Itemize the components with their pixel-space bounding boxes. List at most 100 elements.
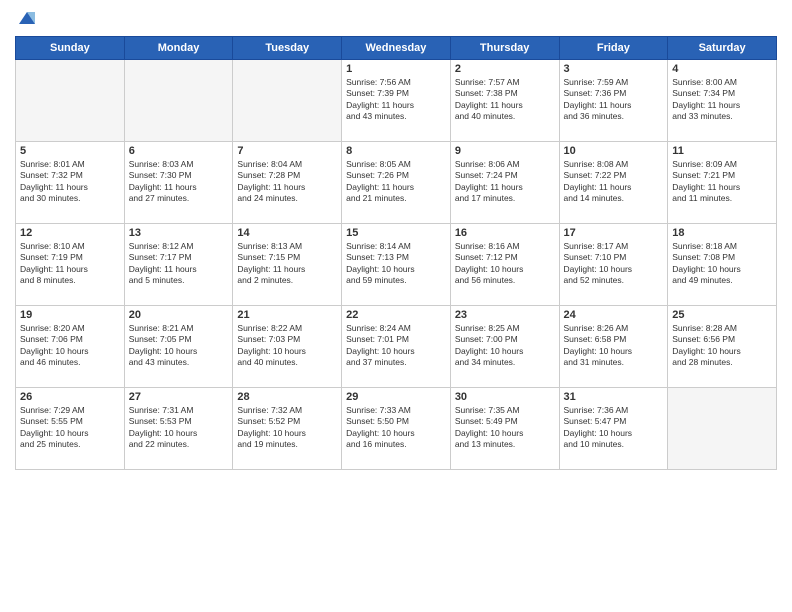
day-number: 29 <box>346 391 446 403</box>
day-info: Sunrise: 8:22 AMSunset: 7:03 PMDaylight:… <box>237 323 337 369</box>
day-info: Sunrise: 7:29 AMSunset: 5:55 PMDaylight:… <box>20 405 120 451</box>
calendar-cell: 28 Sunrise: 7:32 AMSunset: 5:52 PMDayligh… <box>233 388 342 470</box>
weekday-header: Saturday <box>668 37 777 60</box>
day-info: Sunrise: 8:14 AMSunset: 7:13 PMDaylight:… <box>346 241 446 287</box>
calendar-cell <box>124 60 233 142</box>
calendar-cell: 20Sunrise: 8:21 AMSunset: 7:05 PMDayligh… <box>124 306 233 388</box>
day-info: Sunrise: 8:21 AMSunset: 7:05 PMDaylight:… <box>129 323 229 369</box>
calendar-cell: 23 Sunrise: 8:25 AMSunset: 7:00 PMDayligh… <box>450 306 559 388</box>
day-number: 19 <box>20 309 120 321</box>
day-info: Sunrise: 8:12 AMSunset: 7:17 PMDaylight:… <box>129 241 229 287</box>
day-number: 24 <box>564 309 664 321</box>
weekday-header: Wednesday <box>342 37 451 60</box>
day-info: Sunrise: 8:20 AMSunset: 7:06 PMDaylight:… <box>20 323 120 369</box>
day-info: Sunrise: 8:01 AMSunset: 7:32 PMDaylight:… <box>20 159 120 205</box>
day-info: Sunrise: 7:59 AMSunset: 7:36 PMDaylight:… <box>564 77 664 123</box>
day-number: 7 <box>237 145 337 157</box>
day-number: 28 <box>237 391 337 403</box>
weekday-header: Monday <box>124 37 233 60</box>
calendar-cell <box>16 60 125 142</box>
calendar-week-row: 12 Sunrise: 8:10 AMSunset: 7:19 PMDayligh… <box>16 224 777 306</box>
day-number: 18 <box>672 227 772 239</box>
day-number: 12 <box>20 227 120 239</box>
calendar-week-row: 19 Sunrise: 8:20 AMSunset: 7:06 PMDayligh… <box>16 306 777 388</box>
day-number: 14 <box>237 227 337 239</box>
day-info: Sunrise: 7:32 AMSunset: 5:52 PMDaylight:… <box>237 405 337 451</box>
weekday-header: Sunday <box>16 37 125 60</box>
day-info: Sunrise: 8:09 AMSunset: 7:21 PMDaylight:… <box>672 159 772 205</box>
day-info: Sunrise: 8:06 AMSunset: 7:24 PMDaylight:… <box>455 159 555 205</box>
calendar-cell: 17 Sunrise: 8:17 AMSunset: 7:10 PMDayligh… <box>559 224 668 306</box>
calendar-cell: 30 Sunrise: 7:35 AMSunset: 5:49 PMDayligh… <box>450 388 559 470</box>
calendar-cell: 29 Sunrise: 7:33 AMSunset: 5:50 PMDayligh… <box>342 388 451 470</box>
day-info: Sunrise: 8:18 AMSunset: 7:08 PMDaylight:… <box>672 241 772 287</box>
calendar-cell: 3 Sunrise: 7:59 AMSunset: 7:36 PMDaylight… <box>559 60 668 142</box>
calendar-cell: 21 Sunrise: 8:22 AMSunset: 7:03 PMDayligh… <box>233 306 342 388</box>
calendar-cell: 1Sunrise: 7:56 AMSunset: 7:39 PMDaylight… <box>342 60 451 142</box>
day-info: Sunrise: 7:57 AMSunset: 7:38 PMDaylight:… <box>455 77 555 123</box>
calendar-cell: 31Sunrise: 7:36 AMSunset: 5:47 PMDayligh… <box>559 388 668 470</box>
day-info: Sunrise: 8:05 AMSunset: 7:26 PMDaylight:… <box>346 159 446 205</box>
calendar-cell: 14 Sunrise: 8:13 AMSunset: 7:15 PMDayligh… <box>233 224 342 306</box>
day-number: 8 <box>346 145 446 157</box>
day-info: Sunrise: 8:03 AMSunset: 7:30 PMDaylight:… <box>129 159 229 205</box>
day-info: Sunrise: 8:28 AMSunset: 6:56 PMDaylight:… <box>672 323 772 369</box>
calendar-cell: 12 Sunrise: 8:10 AMSunset: 7:19 PMDayligh… <box>16 224 125 306</box>
day-info: Sunrise: 8:17 AMSunset: 7:10 PMDaylight:… <box>564 241 664 287</box>
day-info: Sunrise: 8:08 AMSunset: 7:22 PMDaylight:… <box>564 159 664 205</box>
logo <box>15 10 37 28</box>
day-info: Sunrise: 8:24 AMSunset: 7:01 PMDaylight:… <box>346 323 446 369</box>
day-number: 10 <box>564 145 664 157</box>
calendar-cell: 15Sunrise: 8:14 AMSunset: 7:13 PMDayligh… <box>342 224 451 306</box>
day-info: Sunrise: 8:00 AMSunset: 7:34 PMDaylight:… <box>672 77 772 123</box>
day-info: Sunrise: 7:33 AMSunset: 5:50 PMDaylight:… <box>346 405 446 451</box>
weekday-header: Thursday <box>450 37 559 60</box>
calendar-cell: 8 Sunrise: 8:05 AMSunset: 7:26 PMDaylight… <box>342 142 451 224</box>
page: SundayMondayTuesdayWednesdayThursdayFrid… <box>0 0 792 612</box>
calendar-cell: 2 Sunrise: 7:57 AMSunset: 7:38 PMDaylight… <box>450 60 559 142</box>
logo-icon <box>17 8 37 28</box>
day-info: Sunrise: 7:35 AMSunset: 5:49 PMDaylight:… <box>455 405 555 451</box>
calendar-table: SundayMondayTuesdayWednesdayThursdayFrid… <box>15 36 777 470</box>
calendar-week-row: 5Sunrise: 8:01 AMSunset: 7:32 PMDaylight… <box>16 142 777 224</box>
day-number: 31 <box>564 391 664 403</box>
day-info: Sunrise: 8:26 AMSunset: 6:58 PMDaylight:… <box>564 323 664 369</box>
day-number: 9 <box>455 145 555 157</box>
day-number: 11 <box>672 145 772 157</box>
day-info: Sunrise: 7:31 AMSunset: 5:53 PMDaylight:… <box>129 405 229 451</box>
calendar-cell: 25Sunrise: 8:28 AMSunset: 6:56 PMDayligh… <box>668 306 777 388</box>
weekday-header: Friday <box>559 37 668 60</box>
day-info: Sunrise: 8:13 AMSunset: 7:15 PMDaylight:… <box>237 241 337 287</box>
day-number: 13 <box>129 227 229 239</box>
calendar-cell: 10 Sunrise: 8:08 AMSunset: 7:22 PMDayligh… <box>559 142 668 224</box>
header <box>15 10 777 28</box>
calendar-cell: 11 Sunrise: 8:09 AMSunset: 7:21 PMDayligh… <box>668 142 777 224</box>
day-number: 23 <box>455 309 555 321</box>
day-number: 27 <box>129 391 229 403</box>
calendar-cell: 4 Sunrise: 8:00 AMSunset: 7:34 PMDaylight… <box>668 60 777 142</box>
weekday-header-row: SundayMondayTuesdayWednesdayThursdayFrid… <box>16 37 777 60</box>
day-info: Sunrise: 8:10 AMSunset: 7:19 PMDaylight:… <box>20 241 120 287</box>
calendar-cell: 26 Sunrise: 7:29 AMSunset: 5:55 PMDayligh… <box>16 388 125 470</box>
calendar-cell: 7Sunrise: 8:04 AMSunset: 7:28 PMDaylight… <box>233 142 342 224</box>
calendar-week-row: 26 Sunrise: 7:29 AMSunset: 5:55 PMDayligh… <box>16 388 777 470</box>
day-info: Sunrise: 8:25 AMSunset: 7:00 PMDaylight:… <box>455 323 555 369</box>
day-number: 1 <box>346 63 446 75</box>
day-number: 21 <box>237 309 337 321</box>
day-number: 3 <box>564 63 664 75</box>
day-info: Sunrise: 8:16 AMSunset: 7:12 PMDaylight:… <box>455 241 555 287</box>
day-number: 6 <box>129 145 229 157</box>
day-number: 4 <box>672 63 772 75</box>
day-number: 17 <box>564 227 664 239</box>
calendar-cell: 6 Sunrise: 8:03 AMSunset: 7:30 PMDaylight… <box>124 142 233 224</box>
calendar-cell: 18 Sunrise: 8:18 AMSunset: 7:08 PMDayligh… <box>668 224 777 306</box>
day-number: 30 <box>455 391 555 403</box>
calendar-cell: 9 Sunrise: 8:06 AMSunset: 7:24 PMDaylight… <box>450 142 559 224</box>
calendar-cell: 27 Sunrise: 7:31 AMSunset: 5:53 PMDayligh… <box>124 388 233 470</box>
day-number: 26 <box>20 391 120 403</box>
calendar-cell: 24 Sunrise: 8:26 AMSunset: 6:58 PMDayligh… <box>559 306 668 388</box>
weekday-header: Tuesday <box>233 37 342 60</box>
calendar-cell <box>668 388 777 470</box>
day-number: 2 <box>455 63 555 75</box>
day-number: 16 <box>455 227 555 239</box>
